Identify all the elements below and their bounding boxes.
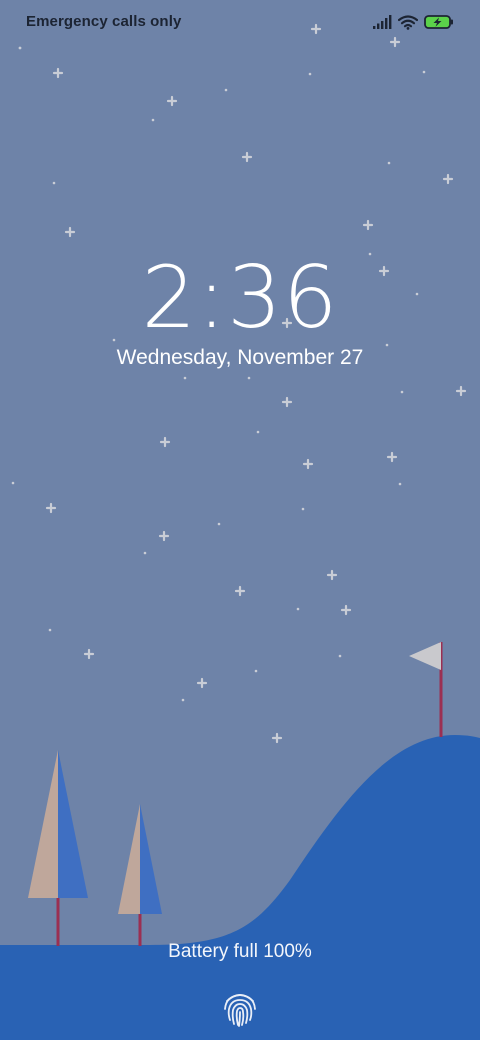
lock-screen: Emergency calls only 2:36 Wednesday, Nov… xyxy=(0,0,480,1040)
battery-status-message: Battery full 100% xyxy=(168,941,312,962)
wifi-icon xyxy=(398,14,418,30)
wallpaper xyxy=(0,0,480,1040)
status-icons xyxy=(373,12,454,32)
fingerprint-icon[interactable] xyxy=(222,990,258,1028)
clock-time: 2:36 xyxy=(141,248,339,348)
carrier-text: Emergency calls only xyxy=(26,13,182,30)
battery-charging-icon xyxy=(424,15,453,29)
clock-date: Wednesday, November 27 xyxy=(116,346,364,369)
clock-widget: 2:36 Wednesday, November 27 xyxy=(0,250,480,372)
signal-icon xyxy=(373,15,392,29)
status-bar: Emergency calls only xyxy=(0,0,480,44)
